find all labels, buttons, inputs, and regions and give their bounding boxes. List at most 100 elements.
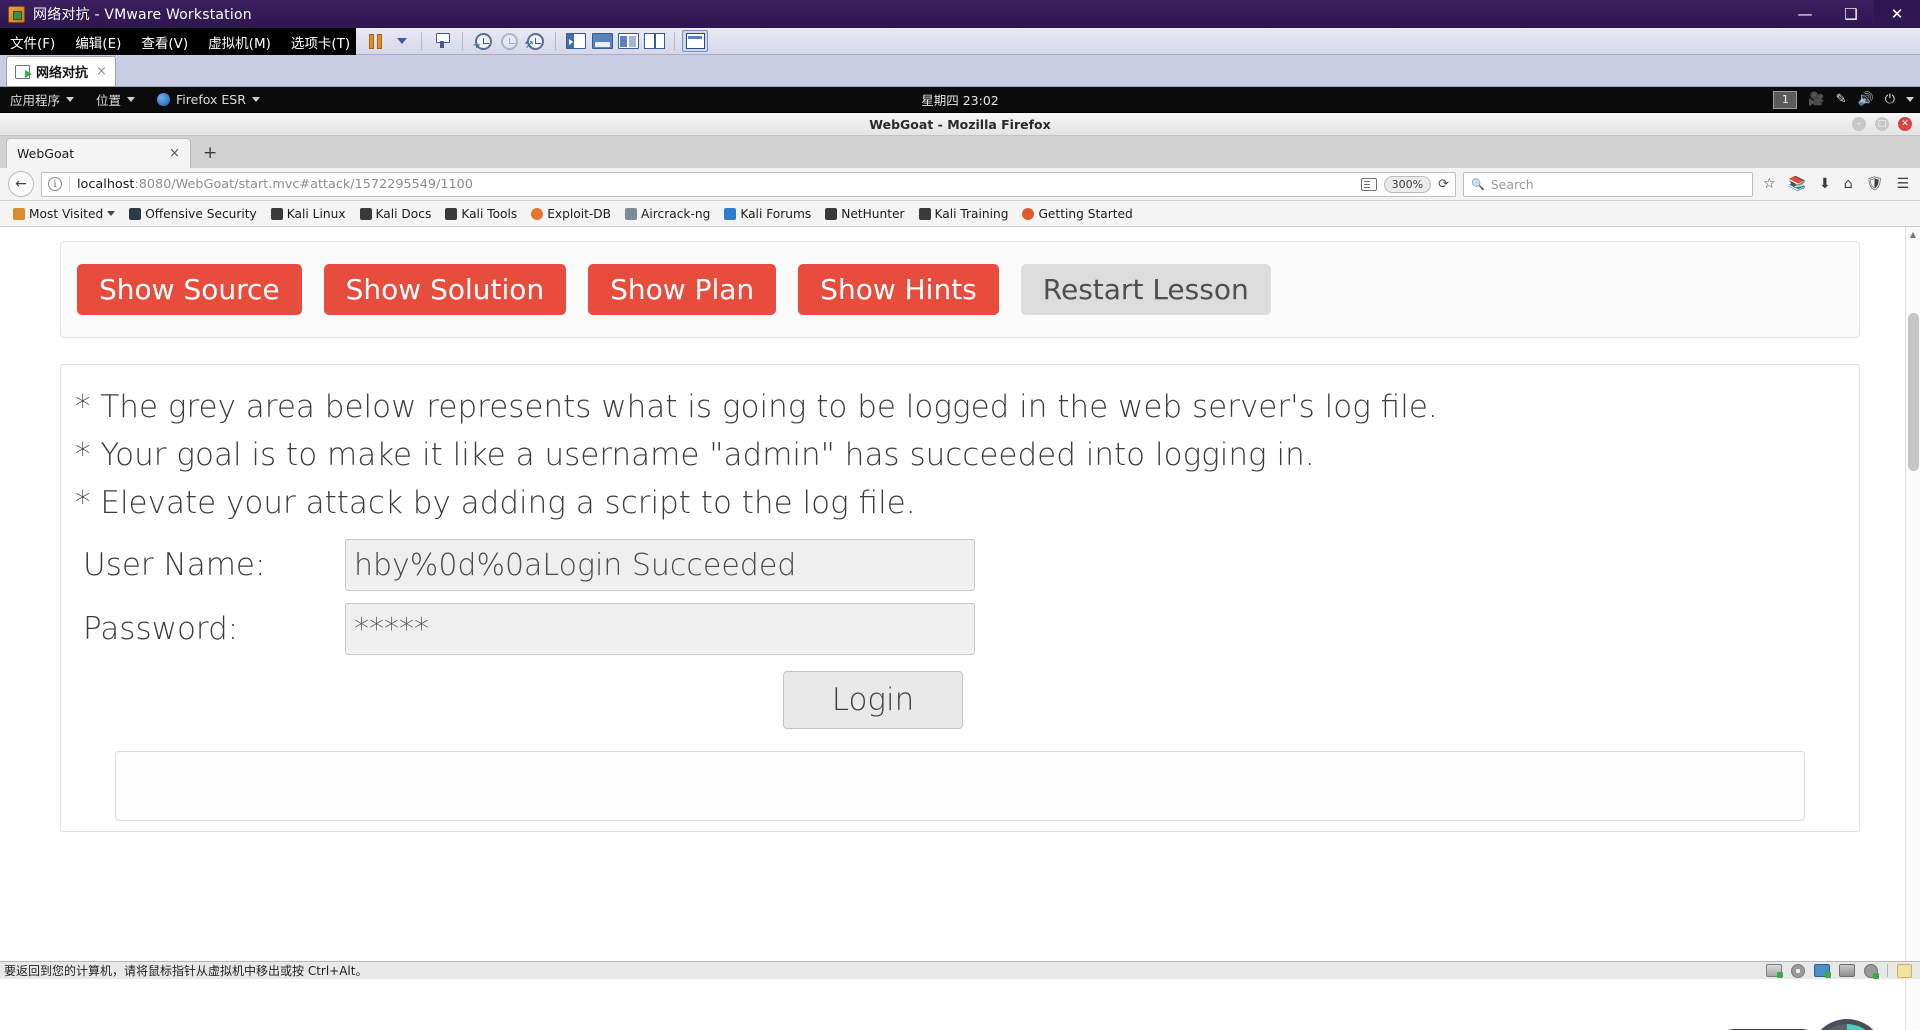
close-icon[interactable]: × bbox=[94, 64, 107, 79]
workspace-switcher[interactable]: 1 bbox=[1773, 90, 1798, 109]
chevron-down-icon bbox=[251, 97, 260, 102]
close-icon[interactable]: × bbox=[169, 146, 180, 161]
username-input[interactable] bbox=[345, 539, 975, 592]
new-tab-button[interactable]: + bbox=[191, 138, 229, 168]
chevron-down-icon[interactable] bbox=[1906, 97, 1914, 102]
unity-mode-icon[interactable] bbox=[563, 30, 589, 52]
firefox-window-controls: – □ ✕ bbox=[1852, 117, 1912, 131]
instruction-line-1: * The grey area below represents what is… bbox=[75, 389, 1438, 425]
bookmark-nethunter[interactable]: NetHunter bbox=[818, 207, 911, 221]
shield-icon[interactable]: 🛡 bbox=[1863, 176, 1887, 192]
vmware-device-tray bbox=[1766, 963, 1912, 979]
vmware-app-icon bbox=[8, 5, 25, 23]
chevron-down-icon[interactable] bbox=[388, 30, 414, 52]
restart-lesson-button[interactable]: Restart Lesson bbox=[1020, 264, 1271, 315]
show-plan-button[interactable]: Show Plan bbox=[588, 264, 777, 315]
show-solution-button[interactable]: Show Solution bbox=[323, 264, 567, 315]
fullscreen-icon[interactable] bbox=[589, 30, 615, 52]
cd-drive-icon[interactable] bbox=[1791, 963, 1805, 978]
lesson-content: * The grey area below represents what is… bbox=[60, 364, 1860, 833]
show-hints-button[interactable]: Show Hints bbox=[798, 264, 999, 315]
reader-mode-icon[interactable] bbox=[1360, 177, 1377, 191]
home-icon[interactable]: ⌂ bbox=[1841, 176, 1856, 192]
multi-monitor-icon[interactable] bbox=[615, 30, 641, 52]
bookmark-kali-tools[interactable]: Kali Tools bbox=[438, 207, 524, 221]
stylus-icon[interactable]: ✎ bbox=[1836, 93, 1847, 106]
vmware-vm-tab[interactable]: 网络对抗 × bbox=[6, 56, 116, 86]
bookmark-aircrack-ng[interactable]: Aircrack-ng bbox=[618, 207, 717, 221]
note-icon[interactable] bbox=[1897, 963, 1912, 978]
vmware-maximize-button[interactable]: ❑ bbox=[1828, 0, 1874, 28]
back-icon[interactable]: ← bbox=[8, 171, 34, 197]
screencast-icon[interactable]: 🎥 bbox=[1808, 93, 1824, 106]
menu-file[interactable]: 文件(F) bbox=[0, 32, 65, 52]
snapshot-manager-icon[interactable]: ⚒ bbox=[522, 30, 548, 52]
instruction-line-2: * Your goal is to make it like a usernam… bbox=[75, 437, 1315, 474]
bookmark-kali-linux[interactable]: Kali Linux bbox=[264, 207, 353, 221]
reload-icon[interactable]: ⟳ bbox=[1438, 177, 1449, 192]
page-scrollbar[interactable]: ▲ ▼ bbox=[1905, 227, 1920, 1030]
bookmark-kali-forums[interactable]: Kali Forums bbox=[717, 207, 818, 221]
url-bar[interactable]: i localhost:8080/WebGoat/start.mvc#attac… bbox=[41, 171, 1457, 197]
firefox-maximize-button[interactable]: □ bbox=[1875, 117, 1889, 131]
current-app-label: Firefox ESR bbox=[176, 92, 246, 107]
bookmark-star-icon[interactable]: ☆ bbox=[1760, 176, 1779, 192]
console-view-icon[interactable] bbox=[682, 30, 708, 52]
volume-icon[interactable]: 🔊 bbox=[1858, 93, 1874, 106]
menu-tabs[interactable]: 选项卡(T) bbox=[281, 32, 360, 52]
dragon-icon bbox=[359, 207, 372, 220]
search-bar[interactable]: 🔍 Search bbox=[1463, 171, 1754, 197]
vmware-close-button[interactable]: ✕ bbox=[1874, 0, 1920, 28]
bookmark-label: Offensive Security bbox=[145, 206, 257, 221]
menu-icon[interactable]: ☰ bbox=[1893, 176, 1912, 192]
bookmark-offensive-security[interactable]: Offensive Security bbox=[122, 207, 264, 221]
panel-places-menu[interactable]: 位置 bbox=[85, 87, 146, 113]
password-input[interactable] bbox=[345, 603, 975, 656]
dragon-icon bbox=[270, 207, 283, 220]
usb-icon[interactable] bbox=[1864, 963, 1879, 979]
login-button[interactable]: Login bbox=[783, 671, 963, 730]
snapshot-icon[interactable] bbox=[429, 30, 455, 52]
bookmark-label: Kali Linux bbox=[286, 206, 346, 221]
bookmark-getting-started[interactable]: Getting Started bbox=[1015, 207, 1139, 221]
show-source-button[interactable]: Show Source bbox=[77, 264, 302, 315]
menu-view[interactable]: 查看(V) bbox=[131, 32, 198, 52]
cpu-usage-widget[interactable]: 76% bbox=[1810, 1019, 1884, 1030]
firefox-navbar: ← i localhost:8080/WebGoat/start.mvc#att… bbox=[0, 168, 1920, 201]
hard-disk-icon[interactable] bbox=[1766, 964, 1783, 978]
scrollbar-thumb[interactable] bbox=[1908, 313, 1919, 471]
firefox-minimize-button[interactable]: – bbox=[1852, 117, 1866, 131]
menu-vm[interactable]: 虚拟机(M) bbox=[198, 32, 281, 52]
panel-applications-menu[interactable]: 应用程序 bbox=[0, 87, 85, 113]
bookmark-kali-training[interactable]: Kali Training bbox=[912, 207, 1016, 221]
menu-edit[interactable]: 编辑(E) bbox=[65, 32, 131, 52]
firefox-close-button[interactable]: ✕ bbox=[1898, 117, 1912, 131]
scroll-up-icon[interactable]: ▲ bbox=[1906, 227, 1920, 241]
browser-tab-webgoat[interactable]: WebGoat × bbox=[6, 138, 191, 168]
network-adapter-icon[interactable] bbox=[1814, 964, 1831, 978]
chevron-down-icon bbox=[66, 97, 75, 102]
zoom-level-badge[interactable]: 300% bbox=[1383, 175, 1432, 193]
printer-icon[interactable] bbox=[1839, 964, 1855, 977]
bookmark-most-visited[interactable]: Most Visited bbox=[6, 207, 122, 221]
suspend-icon[interactable] bbox=[362, 30, 388, 52]
stretch-grid-icon[interactable] bbox=[641, 30, 667, 52]
webgoat-page: Show Source Show Solution Show Plan Show… bbox=[0, 227, 1920, 1030]
power-icon[interactable]: ⏻ bbox=[1885, 93, 1895, 106]
panel-current-app-menu[interactable]: Firefox ESR bbox=[146, 87, 271, 113]
url-text: localhost:8080/WebGoat/start.mvc#attack/… bbox=[77, 177, 473, 192]
log-output-area bbox=[115, 751, 1805, 822]
bookmarks-toolbar: Most Visited Offensive Security Kali Lin… bbox=[0, 201, 1920, 227]
page-info-icon[interactable]: i bbox=[48, 177, 62, 191]
library-icon[interactable]: 📚 bbox=[1786, 176, 1809, 192]
downloads-icon[interactable]: ⬇ bbox=[1816, 176, 1834, 192]
vmware-toolbar: + ⚒ bbox=[356, 28, 1920, 55]
bookmark-kali-docs[interactable]: Kali Docs bbox=[353, 207, 439, 221]
take-snapshot-icon[interactable]: + bbox=[470, 30, 496, 52]
panel-clock[interactable]: 星期四 23:02 bbox=[921, 90, 999, 109]
vmware-minimize-button[interactable]: — bbox=[1782, 0, 1828, 28]
username-row: User Name: bbox=[75, 539, 1845, 592]
flame-icon bbox=[531, 207, 544, 220]
browser-tab-label: WebGoat bbox=[17, 146, 75, 161]
bookmark-exploit-db[interactable]: Exploit-DB bbox=[524, 207, 618, 221]
